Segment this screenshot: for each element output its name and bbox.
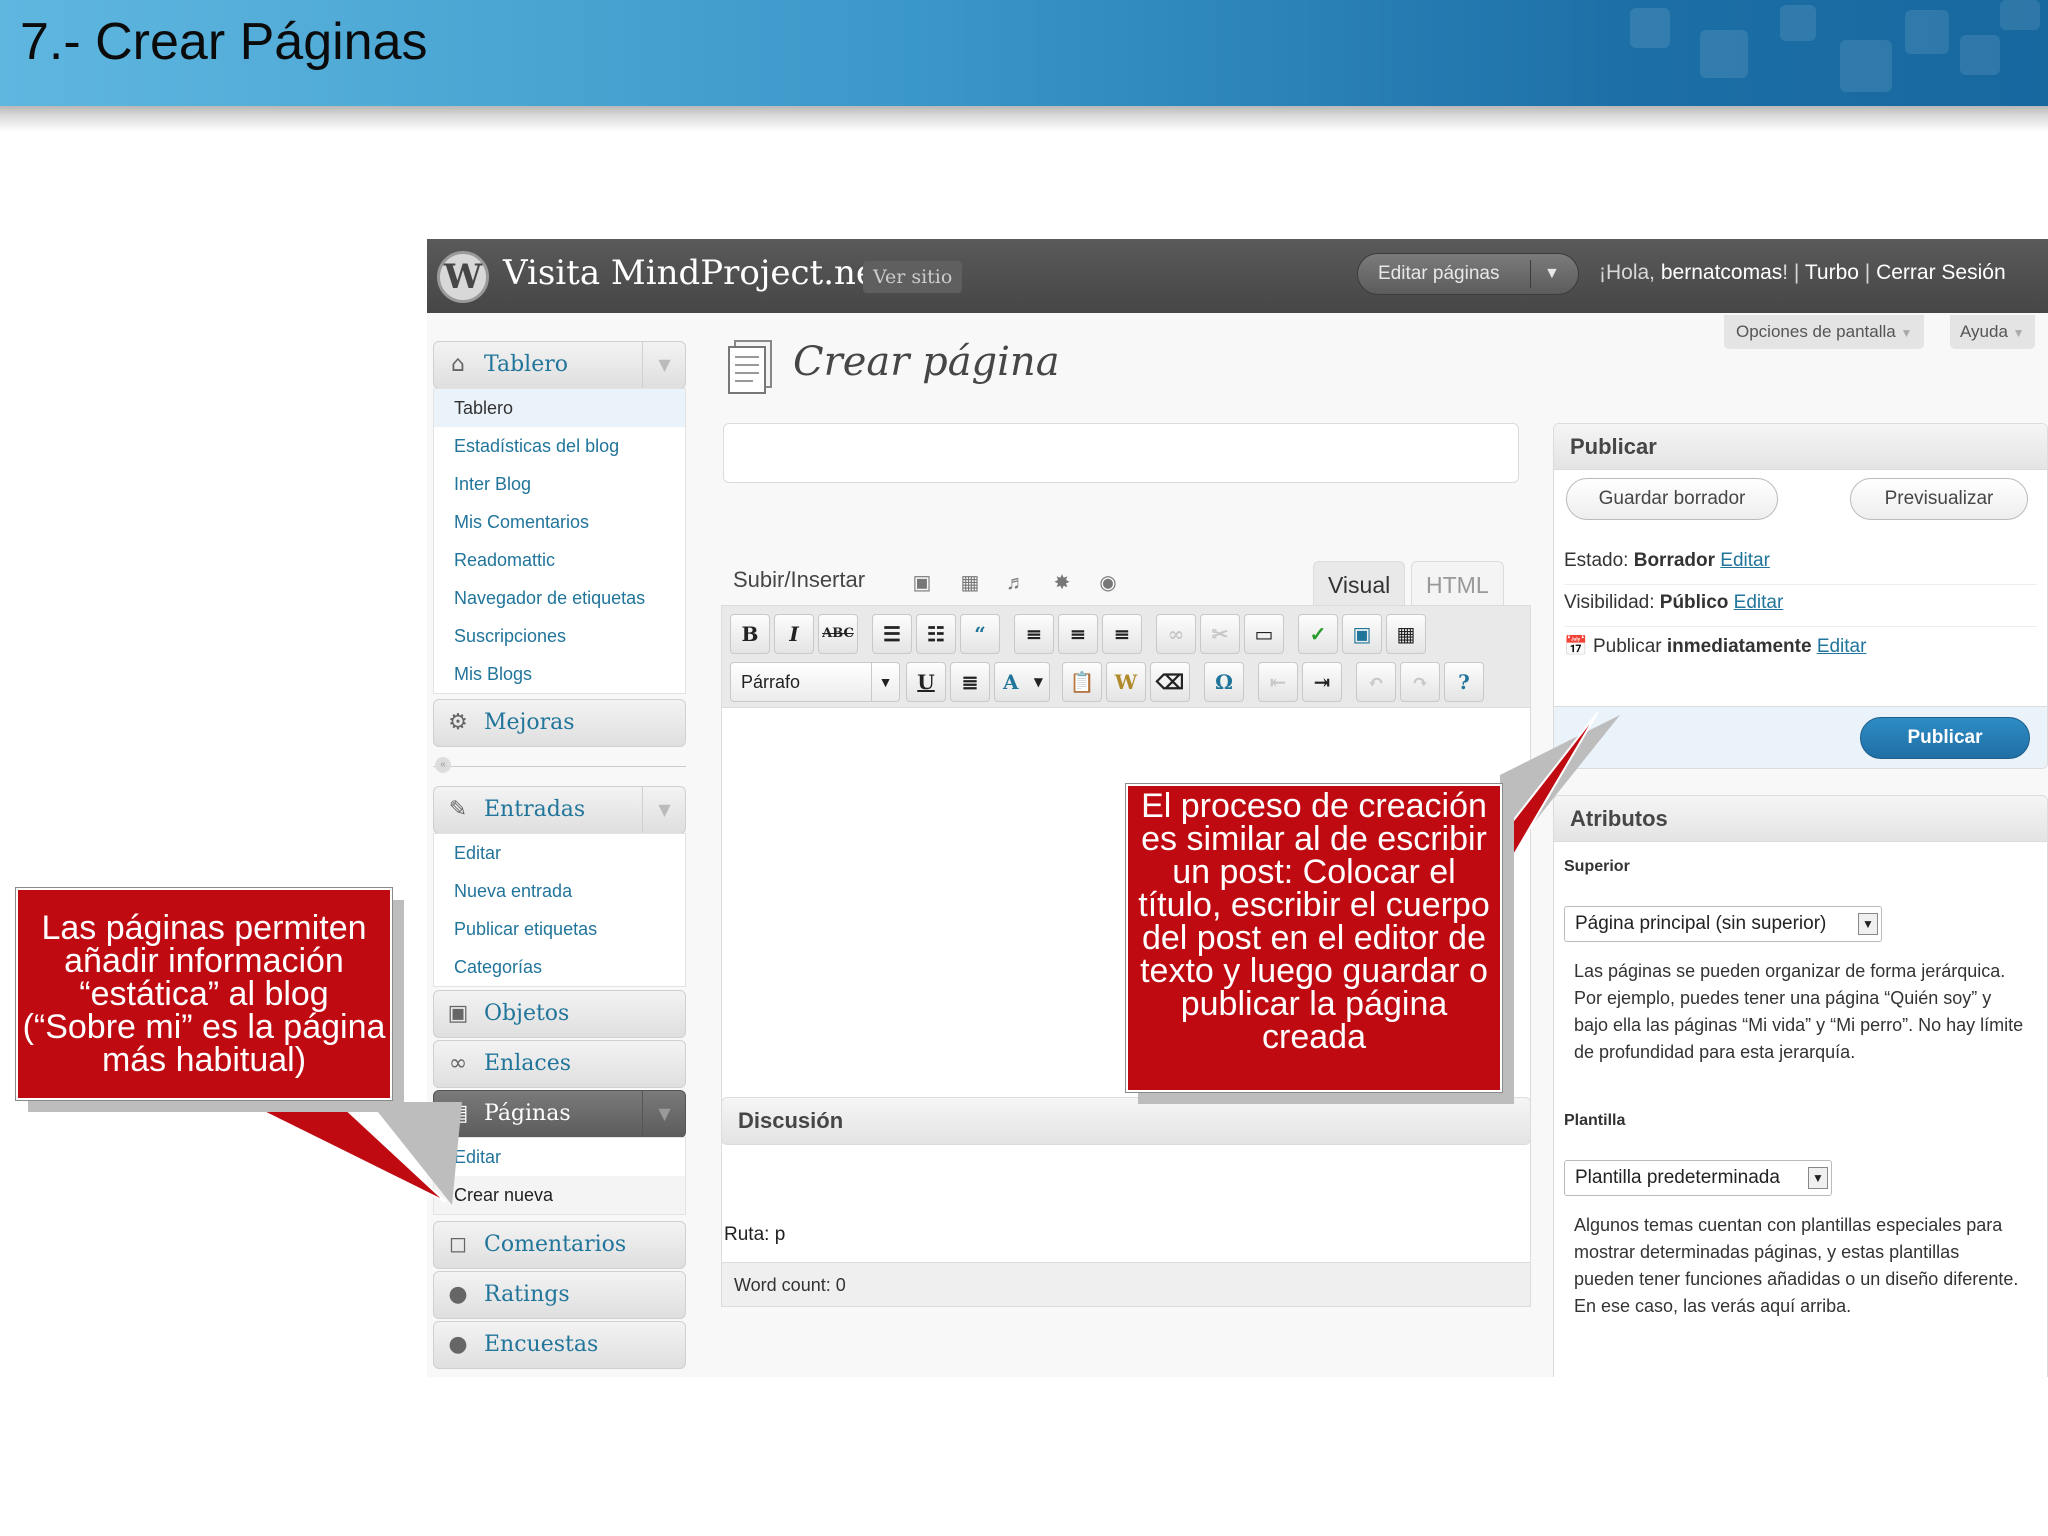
- right-callout: El proceso de creación es similar al de …: [1125, 783, 1503, 1093]
- callout-pointers: [239, 711, 1620, 1205]
- left-callout: Las páginas permiten añadir información …: [15, 887, 393, 1101]
